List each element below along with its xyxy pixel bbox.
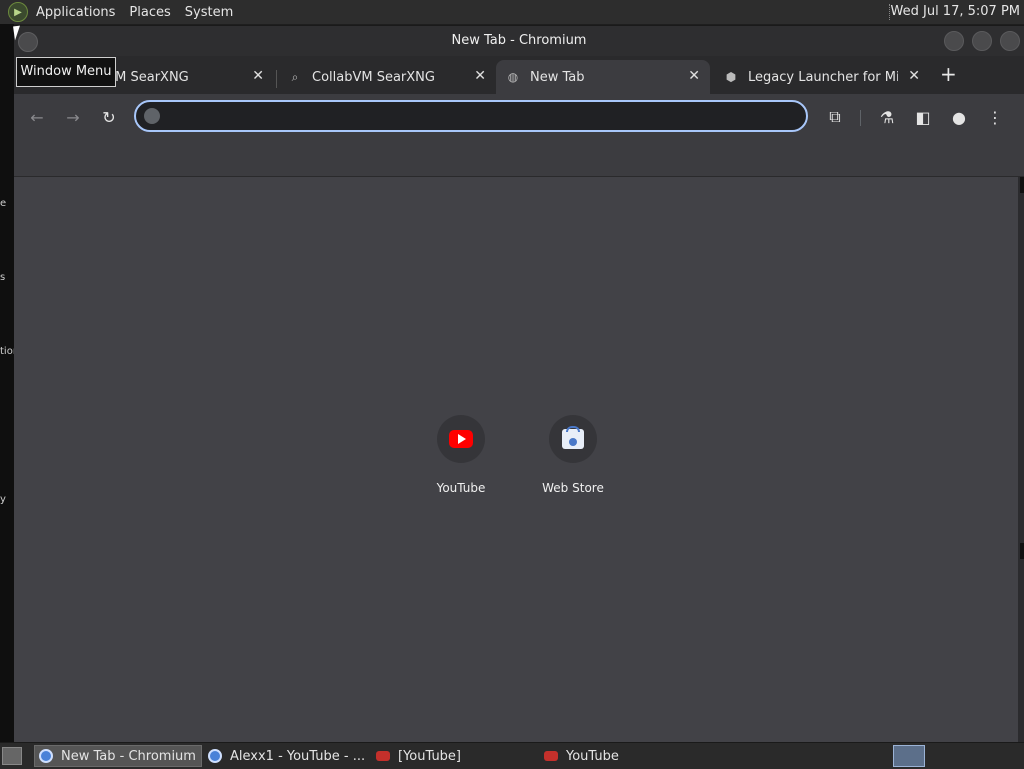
scrollbar-bottom-marker: [1020, 543, 1024, 559]
tab-title: New Tab: [530, 69, 585, 85]
search-engine-icon: [144, 108, 160, 124]
places-menu[interactable]: Places: [129, 5, 170, 20]
taskbar-item-youtube[interactable]: YouTube: [540, 745, 704, 767]
taskbar-item-youtube-bracket[interactable]: [YouTube]: [372, 745, 536, 767]
chromium-icon: [39, 749, 53, 763]
address-bar[interactable]: [134, 100, 808, 132]
system-menu[interactable]: System: [185, 5, 233, 20]
minimize-button[interactable]: [944, 31, 964, 51]
shortcut-youtube[interactable]: YouTube: [411, 415, 511, 495]
tab-title: Legacy Launcher for Mine: [748, 69, 898, 85]
workspace-switcher-chromium-icon[interactable]: [893, 745, 925, 767]
tab-legacy-launcher[interactable]: ⬢ Legacy Launcher for Mine ✕: [714, 60, 930, 94]
taskbar-item-new-tab[interactable]: New Tab - Chromium: [34, 745, 202, 767]
desktop-icon-label-fragment[interactable]: s: [0, 272, 5, 283]
tab-close-icon[interactable]: ✕: [252, 68, 264, 84]
reload-icon[interactable]: ↻: [98, 106, 120, 128]
globe-icon: ◍: [507, 70, 519, 84]
shortcut-label: Web Store: [542, 481, 604, 495]
maximize-button[interactable]: [972, 31, 992, 51]
tab-new-tab[interactable]: ◍ New Tab ✕: [496, 60, 710, 94]
browser-window: New Tab - Chromium bVM SearXNG ✕ ⌕ Colla…: [14, 26, 1024, 742]
browser-toolbar: ← → ↻ ⧉ ⚗ ◧ ● ⋮: [14, 94, 1024, 140]
bottom-taskbar: New Tab - Chromium Alexx1 - YouTube - ..…: [0, 742, 1024, 769]
show-desktop-icon[interactable]: [2, 747, 22, 765]
window-menu-tooltip: Window Menu: [16, 57, 116, 87]
taskbar-item-label: Alexx1 - YouTube - ...: [230, 748, 366, 764]
bookmarks-bar: [14, 140, 1024, 177]
labs-flask-icon[interactable]: ⚗: [876, 106, 898, 128]
forward-arrow-icon[interactable]: →: [62, 106, 84, 128]
extensions-puzzle-icon[interactable]: ⧉: [824, 106, 846, 128]
taskbar-item-alexx1[interactable]: Alexx1 - YouTube - ...: [204, 745, 368, 767]
close-window-button[interactable]: [1000, 31, 1020, 51]
back-arrow-icon[interactable]: ←: [26, 106, 48, 128]
window-titlebar[interactable]: New Tab - Chromium: [14, 26, 1024, 56]
distro-logo-icon[interactable]: ▶: [8, 2, 28, 22]
searxng-icon: ⌕: [291, 69, 299, 84]
window-controls: [944, 31, 1020, 51]
desktop-icon-label-fragment[interactable]: e: [0, 198, 6, 209]
taskbar-item-label: [YouTube]: [398, 748, 462, 764]
taskbar-item-label: New Tab - Chromium: [61, 748, 196, 764]
shortcut-label: YouTube: [436, 481, 486, 495]
tab-title: CollabVM SearXNG: [312, 69, 435, 85]
side-panel-icon[interactable]: ◧: [912, 106, 934, 128]
cube-icon: ⬢: [725, 70, 737, 84]
address-input[interactable]: [170, 106, 794, 128]
window-title: New Tab - Chromium: [451, 33, 587, 48]
system-menus: ▶ Applications Places System: [8, 0, 247, 24]
tab-separator: [276, 70, 277, 88]
clock[interactable]: Wed Jul 17, 5:07 PM: [891, 0, 1020, 24]
tab-close-icon[interactable]: ✕: [474, 68, 486, 84]
system-top-panel: ▶ Applications Places System Wed Jul 17,…: [0, 0, 1024, 25]
profile-avatar-icon[interactable]: ●: [948, 106, 970, 128]
desktop-background-strip: e s tion y: [0, 24, 19, 742]
shortcut-tile[interactable]: [549, 415, 597, 463]
youtube-icon: [376, 751, 390, 761]
youtube-icon: [544, 751, 558, 761]
shortcut-web-store[interactable]: Web Store: [523, 415, 623, 495]
desktop-icon-label-fragment[interactable]: y: [0, 494, 6, 505]
youtube-icon: [449, 430, 473, 448]
tab-close-icon[interactable]: ✕: [688, 68, 700, 84]
new-tab-page: YouTube Web Store: [14, 177, 1018, 742]
shortcut-tile[interactable]: [437, 415, 485, 463]
chromium-icon: [208, 749, 222, 763]
tab-close-icon[interactable]: ✕: [908, 68, 920, 84]
scrollbar-top-marker: [1020, 177, 1024, 193]
toolbar-divider: [860, 110, 861, 126]
taskbar-item-label: YouTube: [566, 748, 619, 764]
new-tab-plus-icon[interactable]: +: [940, 62, 957, 86]
web-store-icon: [562, 426, 584, 449]
applications-menu[interactable]: Applications: [36, 5, 115, 20]
vertical-scrollbar[interactable]: [1018, 177, 1024, 742]
tab-collabvm-searxng[interactable]: ⌕ CollabVM SearXNG ✕: [278, 60, 496, 94]
kebab-menu-icon[interactable]: ⋮: [984, 106, 1006, 128]
tab-strip: bVM SearXNG ✕ ⌕ CollabVM SearXNG ✕ ◍ New…: [14, 56, 1024, 94]
